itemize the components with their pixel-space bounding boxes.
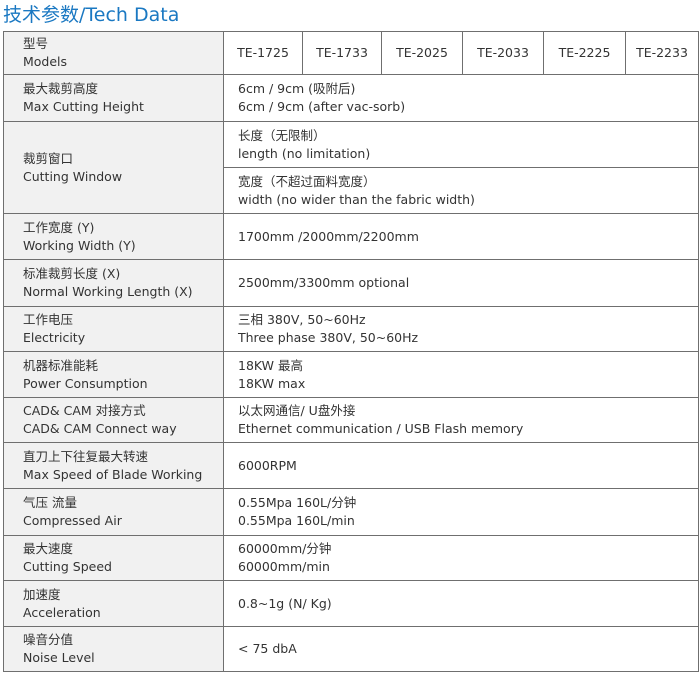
models-label: 型号 Models bbox=[3, 31, 224, 75]
table-row: 加速度 Acceleration 0.8~1g (N/ Kg) bbox=[3, 580, 699, 627]
value-en: length (no limitation) bbox=[238, 145, 371, 161]
value-en: 0.55Mpa 160L/min bbox=[238, 513, 355, 528]
label-en: Power Consumption bbox=[23, 375, 148, 391]
tech-data-table: 型号 Models TE-1725 TE-1733 TE-2025 TE-203… bbox=[3, 31, 699, 672]
row-label: 最大速度 Cutting Speed bbox=[3, 535, 224, 581]
row-value: 18KW 最高 18KW max bbox=[223, 351, 699, 398]
label-cn: 直刀上下往复最大转速 bbox=[23, 448, 149, 464]
row-value: 6cm / 9cm (吸附后) 6cm / 9cm (after vac-sor… bbox=[223, 74, 699, 122]
label-cn: 最大速度 bbox=[23, 541, 74, 556]
value-cn: 长度（无限制） bbox=[238, 127, 326, 143]
label-en: Cutting Speed bbox=[23, 559, 112, 574]
row-value: 三相 380V, 50~60Hz Three phase 380V, 50~60… bbox=[223, 306, 699, 352]
label-en: Electricity bbox=[23, 330, 86, 345]
value-cn: 三相 380V, 50~60Hz bbox=[238, 312, 366, 327]
label-cn: 最大裁剪高度 bbox=[23, 81, 99, 96]
label-cn: 裁剪窗口 bbox=[23, 150, 74, 166]
label-en: Working Width (Y) bbox=[23, 237, 136, 253]
table-row: 最大速度 Cutting Speed 60000mm/分钟 60000mm/mi… bbox=[3, 535, 699, 581]
table-row: 直刀上下往复最大转速 Max Speed of Blade Working 60… bbox=[3, 442, 699, 489]
value-cn: 宽度（不超过面料宽度） bbox=[238, 173, 376, 189]
value-cn: 0.55Mpa 160L/分钟 bbox=[238, 495, 357, 510]
row-label: 工作宽度 (Y) Working Width (Y) bbox=[3, 213, 224, 260]
value-en: 18KW max bbox=[238, 375, 306, 391]
row-value: 以太网通信/ U盘外接 Ethernet communication / USB… bbox=[223, 397, 699, 443]
model-cell: TE-2025 bbox=[381, 31, 463, 75]
model-cell: TE-2033 bbox=[462, 31, 544, 75]
table-row: 最大裁剪高度 Max Cutting Height 6cm / 9cm (吸附后… bbox=[3, 74, 699, 122]
label-cn: 噪音分值 bbox=[23, 632, 74, 647]
row-value: 长度（无限制） length (no limitation) bbox=[223, 121, 699, 168]
label-en: CAD& CAM Connect way bbox=[23, 421, 177, 436]
row-value: 1700mm /2000mm/2200mm bbox=[223, 213, 699, 260]
label-cn: 机器标准能耗 bbox=[23, 357, 99, 373]
label-en: Noise Level bbox=[23, 650, 95, 665]
table-row: 机器标准能耗 Power Consumption 18KW 最高 18KW ma… bbox=[3, 351, 699, 398]
label-en: Normal Working Length (X) bbox=[23, 284, 193, 299]
value-en: Ethernet communication / USB Flash memor… bbox=[238, 421, 524, 436]
value-cn: 6cm / 9cm (吸附后) bbox=[238, 81, 356, 96]
row-label: 标准裁剪长度 (X) Normal Working Length (X) bbox=[3, 259, 224, 307]
table-row-models: 型号 Models TE-1725 TE-1733 TE-2025 TE-203… bbox=[3, 31, 699, 75]
label-en: Max Speed of Blade Working bbox=[23, 466, 203, 482]
title-en: Tech Data bbox=[85, 4, 180, 26]
row-label: 最大裁剪高度 Max Cutting Height bbox=[3, 74, 224, 122]
row-label: 裁剪窗口 Cutting Window bbox=[3, 121, 224, 214]
row-value: 宽度（不超过面料宽度） width (no wider than the fab… bbox=[223, 167, 699, 214]
table-row: 工作宽度 (Y) Working Width (Y) 1700mm /2000m… bbox=[3, 213, 699, 260]
table-row: 标准裁剪长度 (X) Normal Working Length (X) 250… bbox=[3, 259, 699, 307]
row-label: 机器标准能耗 Power Consumption bbox=[3, 351, 224, 398]
label-cn: 型号 bbox=[23, 36, 49, 51]
label-en: Compressed Air bbox=[23, 513, 122, 528]
value-cn: 18KW 最高 bbox=[238, 357, 303, 373]
model-cell: TE-1733 bbox=[302, 31, 382, 75]
row-label: 加速度 Acceleration bbox=[3, 580, 224, 627]
page-title: 技术参数/Tech Data bbox=[3, 1, 179, 29]
row-value: 60000mm/分钟 60000mm/min bbox=[223, 535, 699, 581]
label-cn: CAD& CAM 对接方式 bbox=[23, 403, 146, 418]
table-row: 工作电压 Electricity 三相 380V, 50~60Hz Three … bbox=[3, 306, 699, 352]
row-value: 0.8~1g (N/ Kg) bbox=[223, 580, 699, 627]
row-value: 0.55Mpa 160L/分钟 0.55Mpa 160L/min bbox=[223, 488, 699, 536]
label-cn: 气压 流量 bbox=[23, 495, 77, 510]
row-value: < 75 dbA bbox=[223, 626, 699, 672]
row-label: 直刀上下往复最大转速 Max Speed of Blade Working bbox=[3, 442, 224, 489]
label-en: Max Cutting Height bbox=[23, 99, 144, 114]
table-row: CAD& CAM 对接方式 CAD& CAM Connect way 以太网通信… bbox=[3, 397, 699, 443]
row-label: CAD& CAM 对接方式 CAD& CAM Connect way bbox=[3, 397, 224, 443]
label-cn: 工作宽度 (Y) bbox=[23, 219, 95, 235]
label-cn: 加速度 bbox=[23, 586, 61, 602]
row-value: 2500mm/3300mm optional bbox=[223, 259, 699, 307]
row-label: 噪音分值 Noise Level bbox=[3, 626, 224, 672]
row-value: 6000RPM bbox=[223, 442, 699, 489]
title-cn: 技术参数 bbox=[3, 4, 80, 26]
row-label: 气压 流量 Compressed Air bbox=[3, 488, 224, 536]
value: 0.8~1g (N/ Kg) bbox=[238, 595, 332, 611]
model-cell: TE-2225 bbox=[543, 31, 626, 75]
label-en: Models bbox=[23, 54, 68, 69]
value-en: 60000mm/min bbox=[238, 559, 330, 574]
value: < 75 dbA bbox=[238, 641, 297, 656]
label-cn: 标准裁剪长度 (X) bbox=[23, 266, 121, 281]
value-en: Three phase 380V, 50~60Hz bbox=[238, 330, 419, 345]
value-en: 6cm / 9cm (after vac-sorb) bbox=[238, 99, 406, 114]
label-en: Cutting Window bbox=[23, 168, 123, 184]
model-cell: TE-2233 bbox=[625, 31, 699, 75]
row-label: 工作电压 Electricity bbox=[3, 306, 224, 352]
value: 1700mm /2000mm/2200mm bbox=[238, 228, 419, 244]
value-cn: 以太网通信/ U盘外接 bbox=[238, 403, 356, 418]
model-cell: TE-1725 bbox=[223, 31, 303, 75]
table-row: 气压 流量 Compressed Air 0.55Mpa 160L/分钟 0.5… bbox=[3, 488, 699, 536]
label-cn: 工作电压 bbox=[23, 312, 74, 327]
value: 6000RPM bbox=[238, 457, 297, 473]
value-en: width (no wider than the fabric width) bbox=[238, 191, 475, 207]
value: 2500mm/3300mm optional bbox=[238, 275, 410, 290]
table-row: 裁剪窗口 Cutting Window 长度（无限制） length (no l… bbox=[3, 121, 699, 214]
table-row: 噪音分值 Noise Level < 75 dbA bbox=[3, 626, 699, 672]
label-en: Acceleration bbox=[23, 604, 101, 620]
value-cn: 60000mm/分钟 bbox=[238, 541, 332, 556]
